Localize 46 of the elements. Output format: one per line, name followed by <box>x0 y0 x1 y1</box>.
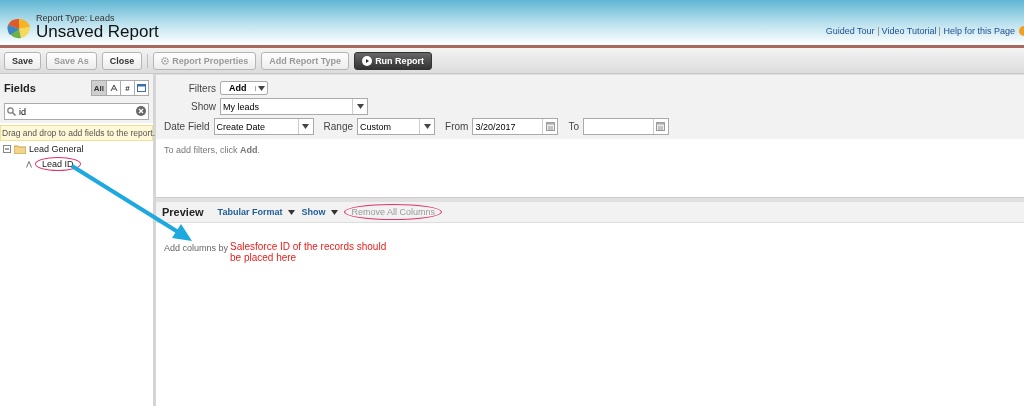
field-label: Date Field <box>164 121 210 132</box>
from-date-field[interactable]: 3/20/2017 <box>472 118 559 135</box>
folder-icon <box>14 144 26 154</box>
text-field-icon <box>26 160 32 168</box>
caret-icon <box>257 85 265 91</box>
preview-menu[interactable]: Show <box>301 207 339 217</box>
clear-icon[interactable] <box>136 106 146 116</box>
field-label: From <box>445 121 469 132</box>
caret-icon <box>288 209 296 215</box>
toolbar-button[interactable]: Close <box>101 51 143 70</box>
help-link[interactable]: Guided Tour <box>825 26 875 36</box>
panel-title: Fields <box>4 82 36 94</box>
play-icon <box>362 55 373 66</box>
filters-empty-text: To add filters, click Add. <box>164 145 261 155</box>
caret-icon <box>356 104 364 109</box>
date-field-dropdown[interactable]: Create Date <box>213 118 314 135</box>
toolbar-button[interactable]: Save <box>4 51 42 70</box>
search-field[interactable]: id <box>4 103 149 120</box>
preview-hint: Add columns by <box>164 243 229 253</box>
filters-label: Filters <box>187 82 216 94</box>
preview-menu[interactable]: Tabular Format <box>217 207 296 217</box>
field-label: Range <box>323 121 354 132</box>
caret-icon <box>302 124 310 129</box>
drag-hint: Drag and drop to add fields to the report. <box>0 125 153 141</box>
report-title: Unsaved Report <box>36 23 159 41</box>
calendar-icon[interactable] <box>656 122 666 131</box>
toolbar-button[interactable]: Run Report <box>354 51 433 70</box>
help-icon[interactable] <box>1018 26 1024 36</box>
search-icon <box>7 107 16 116</box>
folder-label[interactable]: Lead General <box>29 144 84 154</box>
show-dropdown[interactable]: My leads <box>220 98 368 115</box>
help-link[interactable]: Help for this Page <box>943 26 1015 36</box>
collapse-icon[interactable] <box>3 145 11 153</box>
to-date-field[interactable] <box>582 118 669 135</box>
range-dropdown[interactable]: Custom <box>357 118 436 135</box>
calendar-icon[interactable] <box>545 122 555 131</box>
report-type-label: Report Type: Leads <box>36 13 116 23</box>
pie-chart-icon <box>6 17 32 41</box>
field-label: To <box>568 121 579 132</box>
gear-icon <box>161 56 170 65</box>
help-link[interactable]: Video Tutorial <box>881 26 937 36</box>
caret-icon <box>423 124 431 129</box>
field-label: Show <box>190 101 216 112</box>
add-filter-button[interactable]: Add <box>220 81 268 95</box>
caret-icon <box>331 209 339 215</box>
preview-title: Preview <box>162 206 204 218</box>
